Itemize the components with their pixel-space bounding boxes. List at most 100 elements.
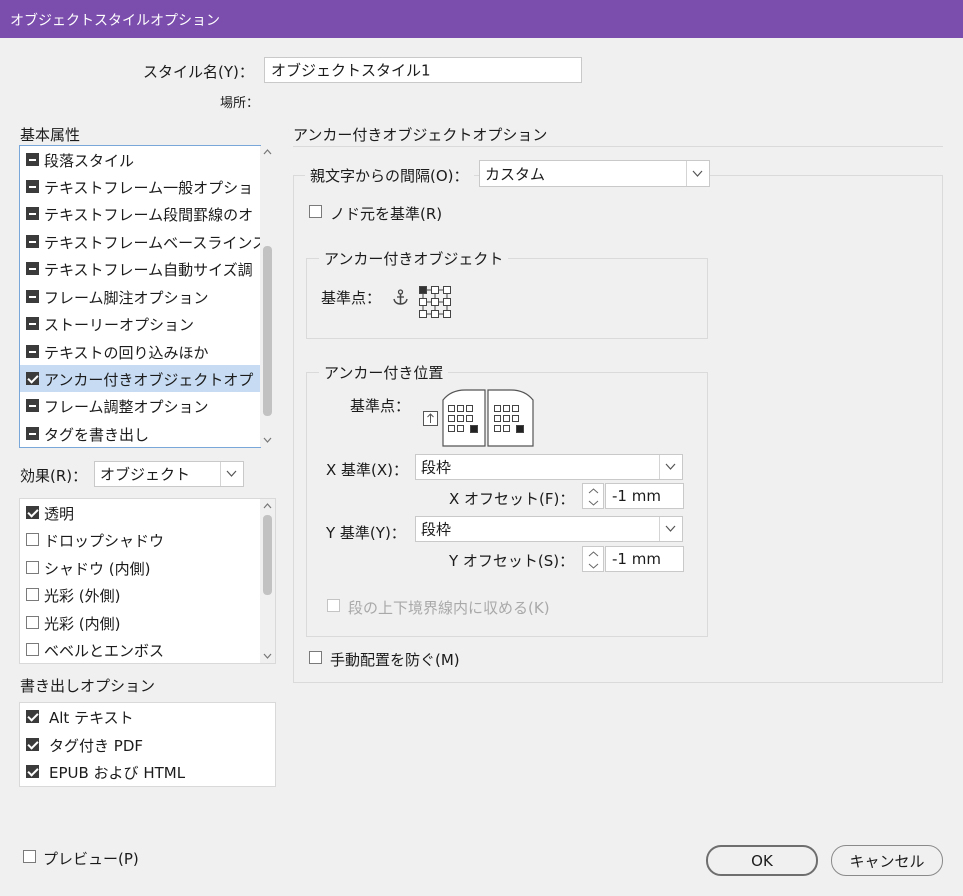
x-offset-input[interactable]: -1 mm xyxy=(605,483,684,509)
list-item[interactable]: 光彩 (外側) xyxy=(20,581,260,608)
cancel-button[interactable]: キャンセル xyxy=(831,845,943,876)
checkbox[interactable] xyxy=(26,207,39,220)
list-item-label: タグ付き PDF xyxy=(49,737,143,755)
list-item[interactable]: EPUB および HTML xyxy=(20,758,270,785)
checkbox[interactable] xyxy=(26,533,39,546)
x-offset-spinner[interactable] xyxy=(582,483,604,509)
basic-attributes-heading: 基本属性 xyxy=(20,126,81,144)
checkbox[interactable] xyxy=(26,399,39,412)
checkbox[interactable] xyxy=(26,427,39,440)
checkbox[interactable] xyxy=(26,345,39,358)
basic-attributes-list[interactable]: 段落スタイル テキストフレーム一般オプショ テキストフレーム段間罫線のオ テキス… xyxy=(19,145,261,448)
list-item-selected[interactable]: アンカー付きオブジェクトオプ xyxy=(20,365,260,392)
effects-target-value: オブジェクト xyxy=(100,465,191,484)
chevron-down-icon xyxy=(692,170,703,177)
y-offset-spinner[interactable] xyxy=(582,546,604,572)
location-label: 場所： xyxy=(220,96,260,111)
checkbox[interactable] xyxy=(26,643,39,656)
checkbox[interactable] xyxy=(26,616,39,629)
list-item[interactable]: 段落スタイル xyxy=(20,146,260,173)
list-item[interactable]: テキストフレームベースラインス xyxy=(20,228,260,255)
list-item[interactable]: フレーム調整オプション xyxy=(20,392,260,419)
list-item[interactable]: テキストの回り込みほか xyxy=(20,338,260,365)
list-item-label: テキストの回り込みほか xyxy=(44,344,209,362)
x-offset-label: X オフセット(F)： xyxy=(449,490,575,508)
list-item-label: タグを書き出し xyxy=(44,426,150,444)
list-item-label: Alt テキスト xyxy=(49,709,134,727)
list-item[interactable]: タグ付き PDF xyxy=(20,731,270,758)
list-item[interactable]: ベベルとエンボス xyxy=(20,636,260,663)
scroll-up-icon[interactable] xyxy=(263,149,272,155)
anchored-object-group-title: アンカー付きオブジェクト xyxy=(319,248,509,269)
effects-target-dropdown[interactable]: オブジェクト xyxy=(94,461,244,487)
basic-attributes-scrollbar[interactable] xyxy=(260,146,275,447)
list-item-label: ベベルとエンボス xyxy=(44,642,165,660)
list-item[interactable]: Alt テキスト xyxy=(20,703,270,730)
checkbox[interactable] xyxy=(26,290,39,303)
scrollbar-thumb[interactable] xyxy=(263,515,272,595)
list-item[interactable]: フレーム脚注オプション xyxy=(20,283,260,310)
list-item-label: ドロップシャドウ xyxy=(44,532,165,550)
checkbox[interactable] xyxy=(26,235,39,248)
list-item-label: フレーム調整オプション xyxy=(44,398,209,416)
chevron-down-icon xyxy=(226,470,237,477)
list-item[interactable]: テキストフレーム自動サイズ調 xyxy=(20,255,260,282)
checkbox[interactable] xyxy=(26,588,39,601)
spacing-label: 親文字からの間隔(O)： xyxy=(305,165,474,186)
y-offset-input[interactable]: -1 mm xyxy=(605,546,684,572)
object-ref-point-label: 基準点： xyxy=(321,289,382,307)
list-item-label: テキストフレーム段間罫線のオ xyxy=(44,206,254,224)
checkbox[interactable] xyxy=(26,561,39,574)
anchored-position-group-title: アンカー付き位置 xyxy=(319,362,449,383)
list-item[interactable]: タグを書き出し xyxy=(20,420,260,447)
spine-toggle-icon[interactable] xyxy=(422,410,439,427)
x-ref-dropdown[interactable]: 段枠 xyxy=(415,454,683,480)
checkbox[interactable] xyxy=(26,180,39,193)
position-ref-point-label: 基準点： xyxy=(350,397,411,415)
y-ref-value: 段枠 xyxy=(421,520,452,539)
x-ref-label: X 基準(X)： xyxy=(326,461,409,479)
list-item[interactable]: ストーリーオプション xyxy=(20,310,260,337)
list-item[interactable]: 光彩 (内側) xyxy=(20,609,260,636)
preview-checkbox[interactable] xyxy=(23,850,36,863)
page-spread-icon[interactable] xyxy=(441,388,535,448)
scroll-down-icon[interactable] xyxy=(263,437,272,443)
effects-scrollbar[interactable] xyxy=(260,499,275,663)
list-item-label: アンカー付きオブジェクトオプ xyxy=(44,371,254,389)
window-title: オブジェクトスタイルオプション xyxy=(10,13,220,29)
effects-list[interactable]: 透明 ドロップシャドウ シャドウ (内側) 光彩 (外側) 光彩 (内側) ベベ… xyxy=(19,498,276,664)
spacing-dropdown[interactable]: カスタム xyxy=(479,160,710,187)
heading-divider xyxy=(293,146,943,147)
x-ref-value: 段枠 xyxy=(421,458,452,477)
y-ref-dropdown[interactable]: 段枠 xyxy=(415,516,683,542)
checkbox[interactable] xyxy=(26,738,39,751)
checkbox[interactable] xyxy=(26,765,39,778)
list-item[interactable]: ドロップシャドウ xyxy=(20,526,260,553)
effects-label: 効果(R)： xyxy=(20,467,88,485)
list-item[interactable]: シャドウ (内側) xyxy=(20,554,260,581)
checkbox[interactable] xyxy=(26,372,39,385)
list-item[interactable]: 透明 xyxy=(20,499,260,526)
list-item[interactable]: テキストフレーム段間罫線のオ xyxy=(20,200,260,227)
style-name-input[interactable]: オブジェクトスタイル1 xyxy=(264,57,582,83)
list-item-label: テキストフレーム一般オプショ xyxy=(44,179,254,197)
list-item[interactable]: テキストフレーム一般オプショ xyxy=(20,173,260,200)
anchor-icon xyxy=(393,289,408,305)
list-item-label: フレーム脚注オプション xyxy=(44,289,209,307)
export-options-list[interactable]: Alt テキスト タグ付き PDF EPUB および HTML xyxy=(19,702,276,787)
checkbox[interactable] xyxy=(26,317,39,330)
style-name-label: スタイル名(Y)： xyxy=(143,63,254,81)
relative-to-spine-checkbox[interactable] xyxy=(309,205,322,218)
checkbox[interactable] xyxy=(26,262,39,275)
scrollbar-thumb[interactable] xyxy=(263,246,272,416)
keep-within-label: 段の上下境界線内に収める(K) xyxy=(348,599,550,617)
checkbox[interactable] xyxy=(26,153,39,166)
keep-within-checkbox[interactable] xyxy=(327,599,340,612)
ok-button[interactable]: OK xyxy=(706,845,818,876)
checkbox[interactable] xyxy=(26,710,39,723)
checkbox[interactable] xyxy=(26,506,39,519)
scroll-down-icon[interactable] xyxy=(263,653,272,659)
prevent-manual-checkbox[interactable] xyxy=(309,651,322,664)
reference-point-grid-icon[interactable] xyxy=(418,285,452,319)
scroll-up-icon[interactable] xyxy=(263,503,272,509)
